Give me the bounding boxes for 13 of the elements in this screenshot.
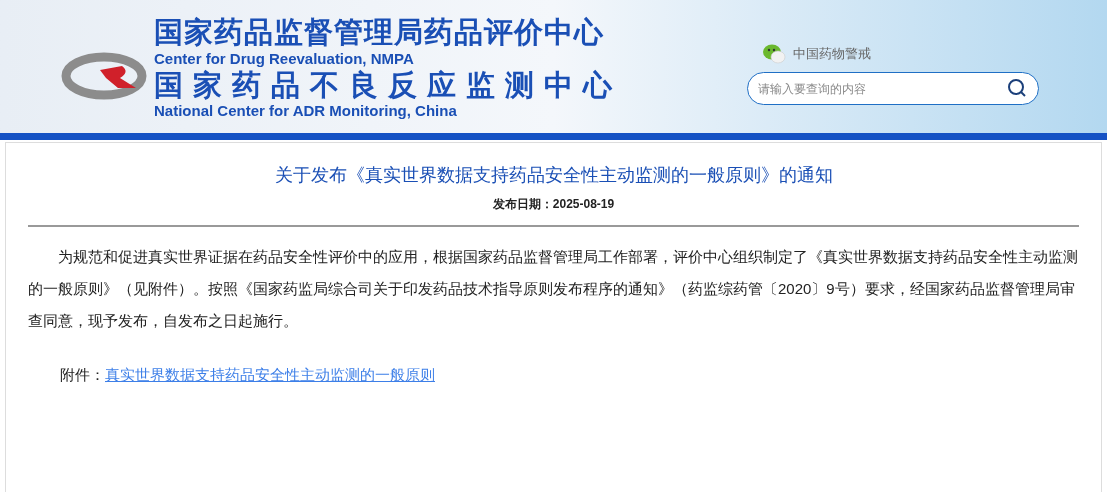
search-icon[interactable] (1007, 78, 1027, 98)
article-title: 关于发布《真实世界数据支持药品安全性主动监测的一般原则》的通知 (273, 164, 834, 187)
site-subtitle: National Center for ADR Monitoring, China (154, 102, 458, 120)
article-paragraph: 为规范和促进真实世界证据在药品安全性评价中的应用，根据国家药品监督管理局工作部署，评价中心组织制定了《真实世界数据支持药品安全性主动监测的一般原则》（见附件）。按照《国家药监局综合司关于印发药品技术指导原则发布程序的通知》（药监综药管〔2020〕9号）要求，经国家药品监督管理局审查同意，现予发布，自发布之日起施行。 (28, 247, 1079, 331)
site-title: 国家药品监督管理局药品评价中心 (154, 15, 605, 50)
chat-bubbles-icon (763, 44, 787, 64)
wechat-label[interactable]: 中国药物警戒 (793, 44, 871, 64)
site-title: 国家药品不良反应监测中心 (154, 68, 622, 102)
publish-date: 发布日期：2025-08-19 (28, 195, 1079, 227)
search-field[interactable]: 请输入要查询的内容 (747, 72, 1039, 105)
attachment-label: 附件： (60, 366, 105, 383)
attachment-link[interactable]: 真实世界数据支持药品安全性主动监测的一般原则 (105, 366, 435, 383)
site-subtitle: Center for Drug Reevaluation, NMPA (154, 50, 415, 68)
